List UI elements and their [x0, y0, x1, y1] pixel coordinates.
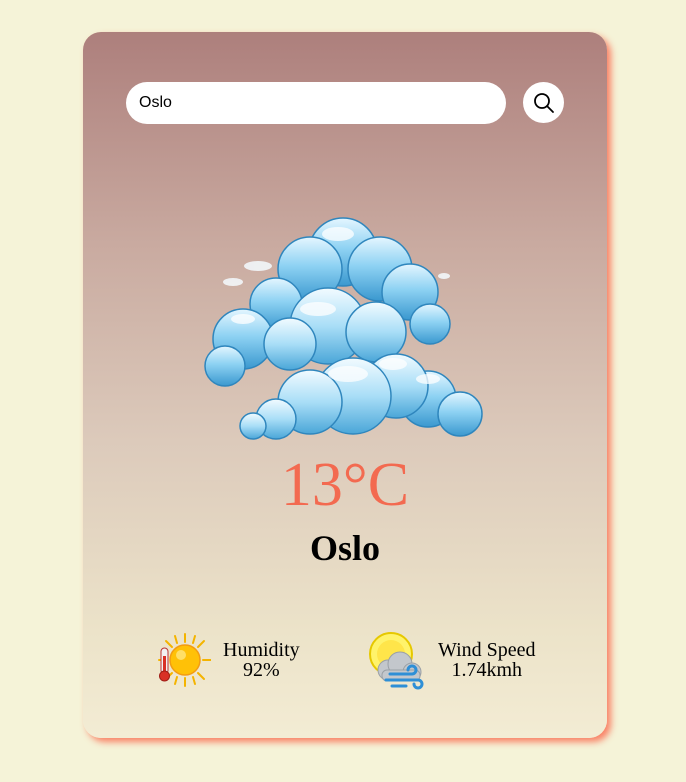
- humidity-label: Humidity: [223, 639, 300, 661]
- wind-speed-value: 1.74kmh: [451, 659, 523, 681]
- temperature: 13°C: [280, 451, 410, 519]
- sun-thermometer-icon: [158, 633, 211, 687]
- search-input[interactable]: [126, 82, 506, 124]
- cloud-icon: [204, 217, 483, 440]
- wind-speed-label: Wind Speed: [438, 639, 536, 661]
- humidity-value: 92%: [243, 659, 280, 681]
- weather-card: 13°C Oslo Humidi: [83, 32, 607, 738]
- search-button[interactable]: [523, 82, 564, 123]
- wind-icon: [369, 632, 424, 690]
- city-name: Oslo: [309, 528, 380, 568]
- wind-detail: Wind Speed 1.74kmh: [366, 630, 536, 690]
- humidity-detail: Humidity 92%: [151, 630, 300, 690]
- search-icon: [533, 92, 554, 113]
